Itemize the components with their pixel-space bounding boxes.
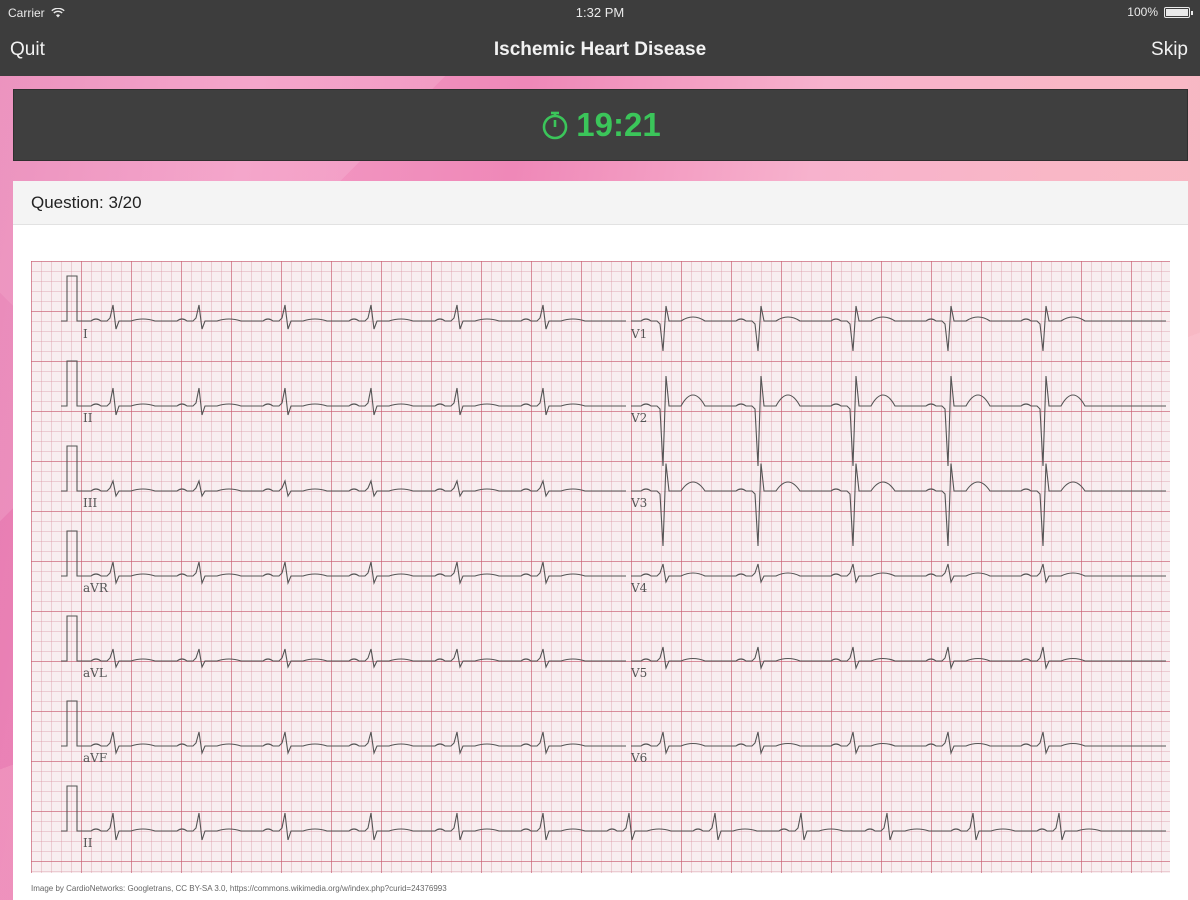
lead-label-ii: II xyxy=(83,411,93,425)
ecg-precordial-trace xyxy=(631,463,1166,547)
ecg-precordial-trace xyxy=(631,305,1166,352)
lead-label-avr: aVR xyxy=(83,581,108,595)
page-title: Ischemic Heart Disease xyxy=(493,39,707,60)
calibration-mark xyxy=(61,445,83,492)
battery-icon xyxy=(1164,6,1193,18)
question-header: Question: 3/20 xyxy=(13,181,1188,225)
ecg-lead-trace xyxy=(83,387,626,416)
lead-label-v1: V1 xyxy=(631,327,648,341)
calibration-mark xyxy=(61,785,83,832)
lead-label-v3: V3 xyxy=(631,496,648,510)
calibration-mark xyxy=(61,360,83,407)
stopwatch-icon xyxy=(542,111,568,140)
calibration-mark xyxy=(61,700,83,747)
ecg-precordial-trace xyxy=(631,731,1166,756)
ecg-lead-trace xyxy=(83,812,1166,841)
ecg-lead-trace xyxy=(83,479,626,498)
calibration-mark xyxy=(61,615,83,662)
lead-label-i: I xyxy=(83,327,88,341)
status-time: 1:32 PM xyxy=(575,5,625,20)
image-credit: Image by CardioNetworks: Googletrans, CC… xyxy=(31,884,447,893)
lead-label-v5: V5 xyxy=(631,666,648,680)
status-bar: Carrier 1:32 PM 100% xyxy=(0,0,1200,26)
nav-bar: Quit Ischemic Heart Disease Skip xyxy=(0,26,1200,76)
ecg-precordial-trace xyxy=(631,563,1166,584)
calibration-mark xyxy=(61,275,83,322)
lead-label-v2: V2 xyxy=(631,411,648,425)
skip-button[interactable]: Skip xyxy=(1151,39,1188,61)
lead-label-avf: aVF xyxy=(83,751,108,765)
ecg-lead-trace xyxy=(83,648,626,669)
status-right: 100% xyxy=(1127,5,1193,19)
lead-label-rhythm: II xyxy=(83,836,93,850)
ecg-image: I II III aVR aVL aVF II V1 V2 V3 V4 V5 V… xyxy=(31,261,1170,873)
ecg-precordial-trace xyxy=(631,375,1166,467)
lead-label-v6: V6 xyxy=(631,751,648,765)
lead-label-avl: aVL xyxy=(83,666,107,680)
question-card: Question: 3/20 I II III aVR aVL aVF II V… xyxy=(13,181,1188,900)
ecg-precordial-trace xyxy=(631,646,1166,671)
lead-label-iii: III xyxy=(83,496,98,510)
ecg-traces xyxy=(61,275,1166,841)
ecg-lead-trace xyxy=(83,561,626,586)
timer-value: 19:21 xyxy=(576,106,661,143)
question-counter: Question: 3/20 xyxy=(31,192,142,212)
calibration-mark xyxy=(61,530,83,577)
timer-panel: 19:21 xyxy=(13,89,1188,161)
lead-label-v4: V4 xyxy=(631,581,648,595)
ecg-lead-trace xyxy=(83,304,626,330)
battery-percent: 100% xyxy=(1127,5,1158,19)
ecg-lead-trace xyxy=(83,731,626,756)
